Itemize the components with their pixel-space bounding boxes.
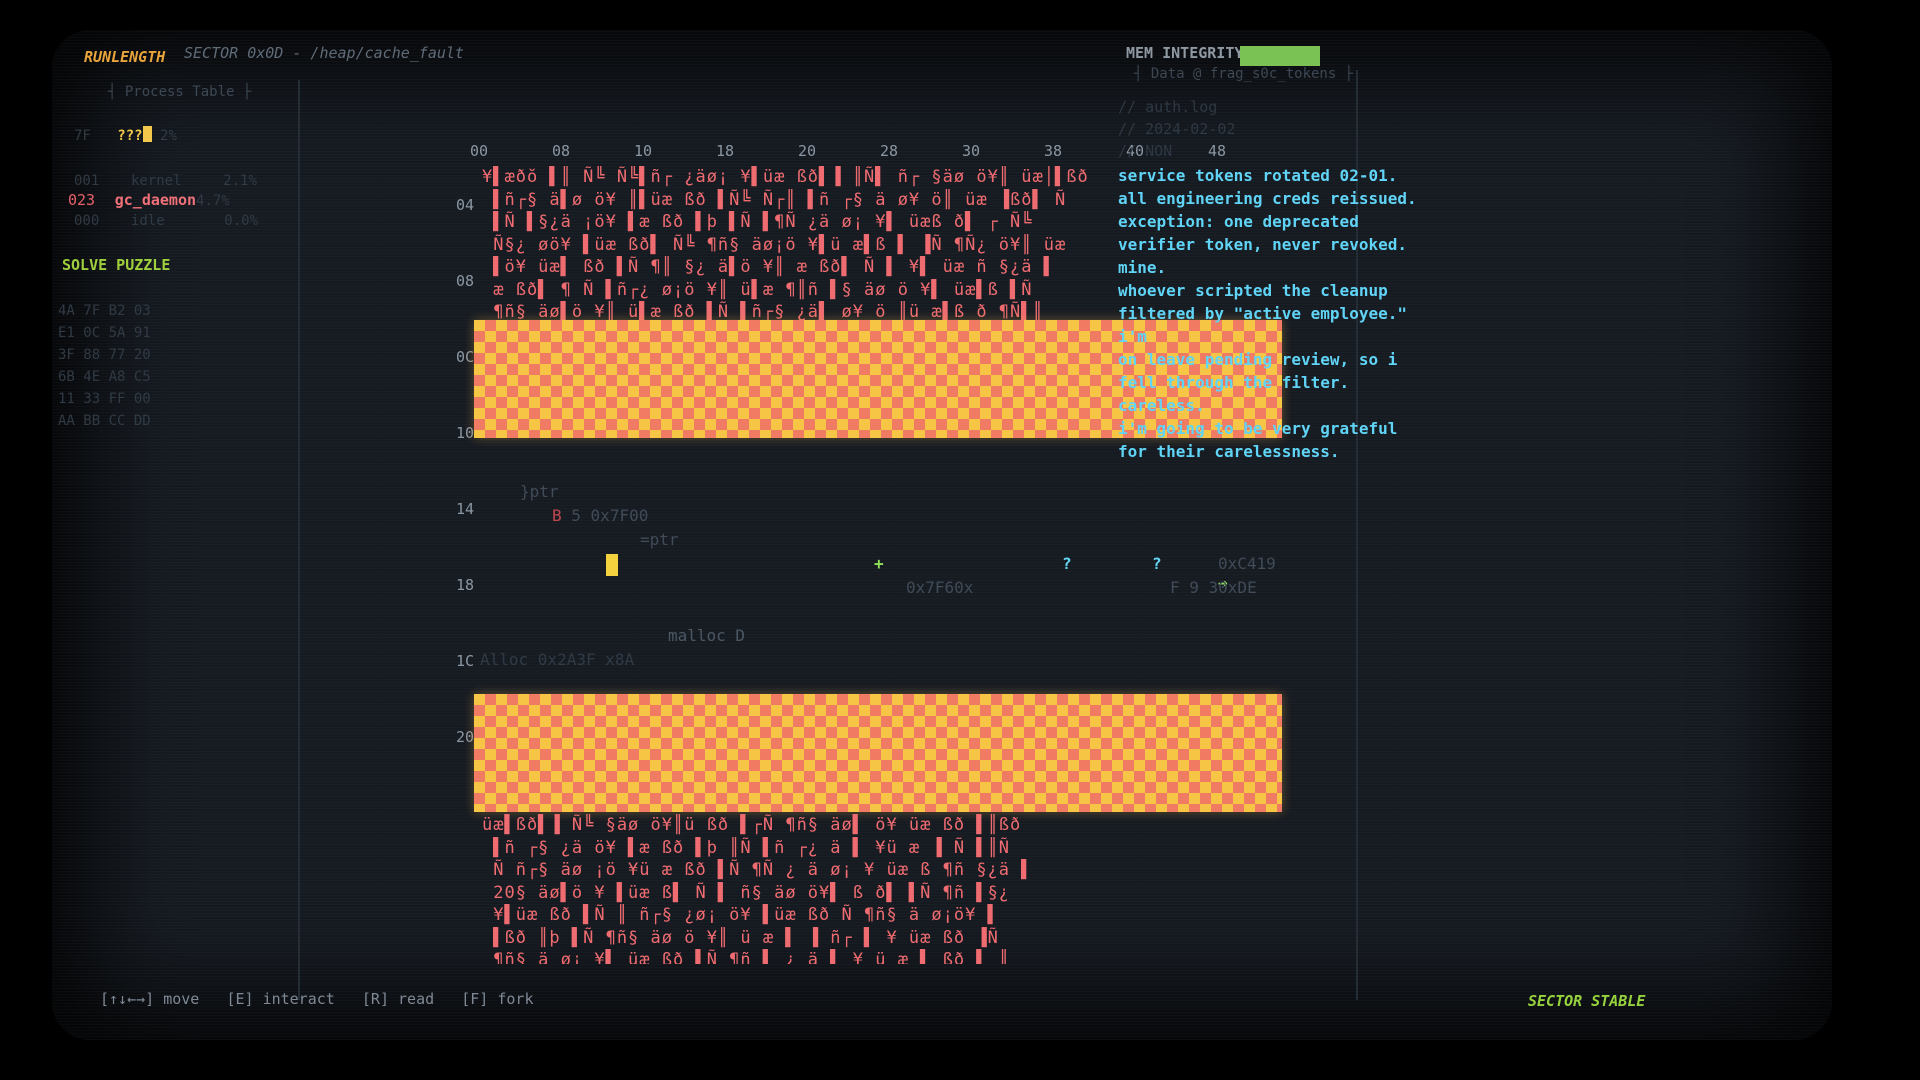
row-label: 14 (456, 500, 475, 518)
solve-puzzle-button[interactable]: SOLVE PUZZLE (62, 256, 170, 274)
mem-integrity-bar (1240, 46, 1320, 66)
addr-fragment: B 5 0x7F00 (552, 506, 649, 525)
player-cursor[interactable] (606, 554, 618, 576)
row-label: 18 (456, 576, 475, 594)
question-marker[interactable]: ? (1152, 554, 1162, 573)
left-divider (298, 80, 300, 1000)
log-text: service tokens rotated 02-01. all enginee… (1118, 166, 1417, 461)
row-label: 10 (456, 424, 475, 442)
process-row-unknown[interactable]: 7F ??? 2% (74, 126, 177, 144)
addr4-fragment: F 9 30xDE (1170, 578, 1257, 597)
corruption-band-lower (474, 694, 1282, 812)
col-header: 18 (716, 142, 735, 160)
corrupted-memory-bottom: üæ▌ßð▌▐ Ñ╚ §äø ö¥║ü ßð ▌┌Ñ ¶ñ§ äø▌ ö¥ üæ… (482, 815, 1033, 964)
plus-marker[interactable]: + (874, 554, 884, 573)
col-header: 00 (470, 142, 489, 160)
mem-integrity-label: MEM INTEGRITY (1126, 44, 1244, 62)
controls-hint: [↑↓←→] move [E] interact [R] read [F] fo… (100, 990, 534, 1008)
row-label: 20 (456, 728, 475, 746)
crt-screen: RUNLENGTH SECTOR 0x0D - /heap/cache_faul… (52, 30, 1832, 1040)
col-header: 08 (552, 142, 571, 160)
process-row-gc-daemon[interactable]: 023 gc_daemon4.7% (68, 190, 230, 209)
col-header: 30 (962, 142, 981, 160)
col-header: 10 (634, 142, 653, 160)
col-header: 28 (880, 142, 899, 160)
app-name: RUNLENGTH (84, 48, 166, 66)
ptr-fragment: }ptr (520, 482, 559, 501)
row-label: 04 (456, 196, 475, 214)
process-table-title: ┤ Process Table ├ (108, 84, 252, 100)
row-label: 08 (456, 272, 475, 290)
row-label: 0C (456, 348, 475, 366)
process-row-idle[interactable]: 000 idle 0.0% (74, 210, 258, 229)
hex-dump: 4A 7F B2 03 E1 0C 5A 91 3F 88 77 20 6B 4… (58, 303, 151, 429)
process-row-kernel[interactable]: 001 kernel 2.1% (74, 170, 257, 189)
row-label: 1C (456, 652, 475, 670)
log-comments: // auth.log // 2024-02-02 // NON (1118, 98, 1236, 160)
question-marker[interactable]: ? (1062, 554, 1072, 573)
data-panel-title: ┤ Data @ frag_s0c_tokens ├ (1134, 66, 1354, 82)
ptr2-fragment: =ptr (640, 530, 679, 549)
sector-path: SECTOR 0x0D - /heap/cache_fault (184, 44, 464, 62)
process-cursor (142, 126, 152, 142)
sector-status: SECTOR STABLE (1528, 992, 1646, 1010)
alloc-fragment: Alloc 0x2A3F x8A (480, 650, 635, 669)
col-header: 38 (1044, 142, 1063, 160)
malloc-fragment: malloc D (668, 626, 746, 645)
col-header: 20 (798, 142, 817, 160)
addr2-fragment: 0x7F60x (906, 578, 974, 597)
